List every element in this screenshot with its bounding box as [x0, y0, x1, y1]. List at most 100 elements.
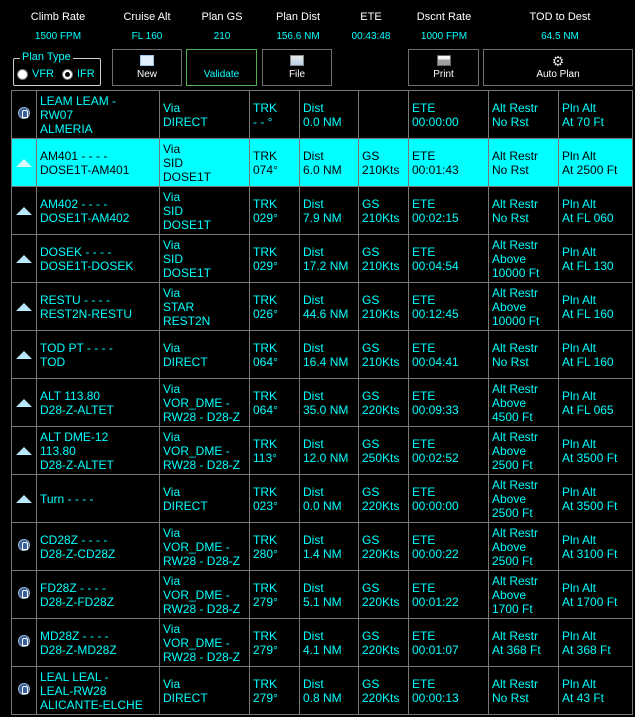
- table-row[interactable]: Turn - - - - Via DIRECT TRK 023° Dist 0.0 NM GS…: [11, 474, 633, 523]
- table-row[interactable]: TOD PT - - - - TOD Via DIRECT TRK 064° Dist 16.…: [11, 330, 633, 379]
- waypoint-text: DOSE1T-DOSEK: [40, 258, 134, 273]
- waypoint-icon: [16, 158, 32, 167]
- track-text: TRK: [253, 148, 277, 163]
- planned-alt-text: At 3100 Ft: [562, 546, 618, 561]
- track-cell: TRK 029°: [249, 234, 300, 283]
- ete-text: 00:04:54: [412, 258, 459, 273]
- distance-text: Dist: [303, 388, 324, 403]
- new-button[interactable]: New: [112, 49, 182, 86]
- row-icon-cell: [11, 378, 37, 427]
- waypoint-icon: [16, 494, 32, 503]
- distance-text: 5.1 NM: [303, 594, 342, 609]
- alt-restriction-text: At 368 Ft: [492, 642, 541, 657]
- groundspeed-text: 210Kts: [362, 258, 400, 273]
- distance-text: Dist: [303, 292, 324, 307]
- table-row[interactable]: CD28Z - - - - D28-Z-CD28Z Via VOR_DME - RW28…: [11, 522, 633, 571]
- airport-icon: [18, 107, 30, 119]
- distance-cell: Dist 7.9 NM: [299, 186, 359, 235]
- planned-alt-text: Pln Alt: [562, 148, 597, 163]
- table-row[interactable]: LEAL LEAL - LEAL-RW28 ALICANTE-ELCHE Via DIR…: [11, 666, 633, 715]
- distance-text: 1.4 NM: [303, 546, 342, 561]
- groundspeed-text: GS: [362, 340, 380, 355]
- alt-restriction-text: No Rst: [492, 114, 529, 129]
- table-row[interactable]: ALT 113.80 D28-Z-ALTET Via VOR_DME - RW28 - …: [11, 378, 633, 427]
- vfr-label: VFR: [32, 68, 54, 80]
- ete-cell: ETE 00:04:54: [408, 234, 489, 283]
- track-text: 279°: [253, 690, 278, 705]
- groundspeed-cell: GS 210Kts: [358, 234, 409, 283]
- row-icon-cell: [11, 282, 37, 331]
- distance-cell: Dist 12.0 NM: [299, 426, 359, 475]
- table-row[interactable]: AM402 - - - - DOSE1T-AM402 Via SID DOSE1T TRK…: [11, 186, 633, 235]
- table-row[interactable]: DOSEK - - - - DOSE1T-DOSEK Via SID DOSE1T TRK…: [11, 234, 633, 283]
- via-text: RW28 - D28-Z: [163, 409, 241, 424]
- alt-restriction-text: Above: [492, 299, 527, 314]
- ete-text: 00:01:22: [412, 594, 459, 609]
- table-row[interactable]: LEAM LEAM - RW07 ALMERIA Via DIRECT TRK - - ° D…: [11, 90, 633, 139]
- distance-text: 0.0 NM: [303, 498, 342, 513]
- file-button[interactable]: File: [262, 49, 332, 86]
- ete-cell: ETE 00:04:41: [408, 330, 489, 379]
- waypoint-text: LEAM LEAM -: [40, 93, 117, 108]
- distance-text: 7.9 NM: [303, 210, 342, 225]
- alt-restriction-text: Alt Restr: [492, 285, 539, 300]
- ete-text: 00:01:07: [412, 642, 459, 657]
- print-button[interactable]: Print: [408, 49, 479, 86]
- groundspeed-text: 220Kts: [362, 546, 400, 561]
- alt-restriction-text: Above: [492, 251, 527, 266]
- validate-button[interactable]: Validate: [186, 49, 257, 86]
- table-row[interactable]: FD28Z - - - - D28-Z-FD28Z Via VOR_DME - RW28…: [11, 570, 633, 619]
- planned-alt-text: Pln Alt: [562, 484, 597, 499]
- groundspeed-text: GS: [362, 436, 380, 451]
- vfr-radio[interactable]: [17, 68, 28, 80]
- alt-restriction-cell: Alt Restr No Rst: [488, 90, 559, 139]
- via-text: DIRECT: [163, 354, 208, 369]
- airport-icon: [18, 539, 30, 551]
- via-cell: Via DIRECT: [159, 666, 250, 715]
- distance-text: Dist: [303, 532, 324, 547]
- vfr-radio-option[interactable]: VFR: [17, 68, 54, 80]
- auto-plan-button[interactable]: ⚙ Auto Plan: [483, 49, 633, 86]
- groundspeed-text: GS: [362, 580, 380, 595]
- planned-alt-text: At 1700 Ft: [562, 594, 618, 609]
- groundspeed-text: 210Kts: [362, 354, 400, 369]
- via-text: Via: [163, 340, 181, 355]
- print-button-label: Print: [433, 69, 454, 80]
- via-cell: Via VOR_DME - RW28 - D28-Z: [159, 426, 250, 475]
- ete-cell: ETE 00:00:13: [408, 666, 489, 715]
- ifr-radio-option[interactable]: IFR: [62, 68, 95, 80]
- file-icon: [290, 55, 304, 66]
- table-row[interactable]: ALT DME-12 113.80 D28-Z-ALTET Via VOR_DME -R…: [11, 426, 633, 475]
- row-icon-cell: [11, 330, 37, 379]
- ete-text: 00:01:43: [412, 162, 459, 177]
- ete-cell: ETE 00:00:22: [408, 522, 489, 571]
- alt-restriction-text: Alt Restr: [492, 381, 539, 396]
- planned-alt-text: At FL 065: [562, 402, 614, 417]
- groundspeed-cell: GS 210Kts: [358, 282, 409, 331]
- track-text: TRK: [253, 580, 277, 595]
- distance-text: 16.4 NM: [303, 354, 349, 369]
- distance-cell: Dist 44.6 NM: [299, 282, 359, 331]
- table-row[interactable]: MD28Z - - - - D28-Z-MD28Z Via VOR_DME - RW28…: [11, 618, 633, 667]
- alt-restriction-cell: Alt Restr No Rst: [488, 666, 559, 715]
- ifr-label: IFR: [77, 68, 95, 80]
- ifr-radio[interactable]: [62, 68, 73, 80]
- track-cell: TRK 064°: [249, 330, 300, 379]
- table-row[interactable]: RESTU - - - - REST2N-RESTU Via STAR REST2N TR…: [11, 282, 633, 331]
- ete-text: ETE: [412, 580, 436, 595]
- groundspeed-text: GS: [362, 148, 380, 163]
- waypoint-cell: DOSEK - - - - DOSE1T-DOSEK: [36, 234, 160, 283]
- row-icon-cell: [11, 234, 37, 283]
- waypoint-text: ALMERIA: [40, 121, 93, 136]
- alt-restriction-text: Alt Restr: [492, 340, 539, 355]
- ete-text: 00:00:00: [412, 114, 459, 129]
- track-cell: TRK 279°: [249, 618, 300, 667]
- track-text: TRK: [253, 532, 277, 547]
- planned-alt-text: Pln Alt: [562, 532, 597, 547]
- track-text: 064°: [253, 402, 278, 417]
- table-row[interactable]: AM401 - - - - DOSE1T-AM401 Via SID DOSE1T TRK…: [11, 138, 633, 187]
- alt-restriction-text: Above: [492, 587, 527, 602]
- distance-text: Dist: [303, 484, 324, 499]
- alt-restriction-text: Above: [492, 443, 527, 458]
- ete-text: ETE: [412, 676, 436, 691]
